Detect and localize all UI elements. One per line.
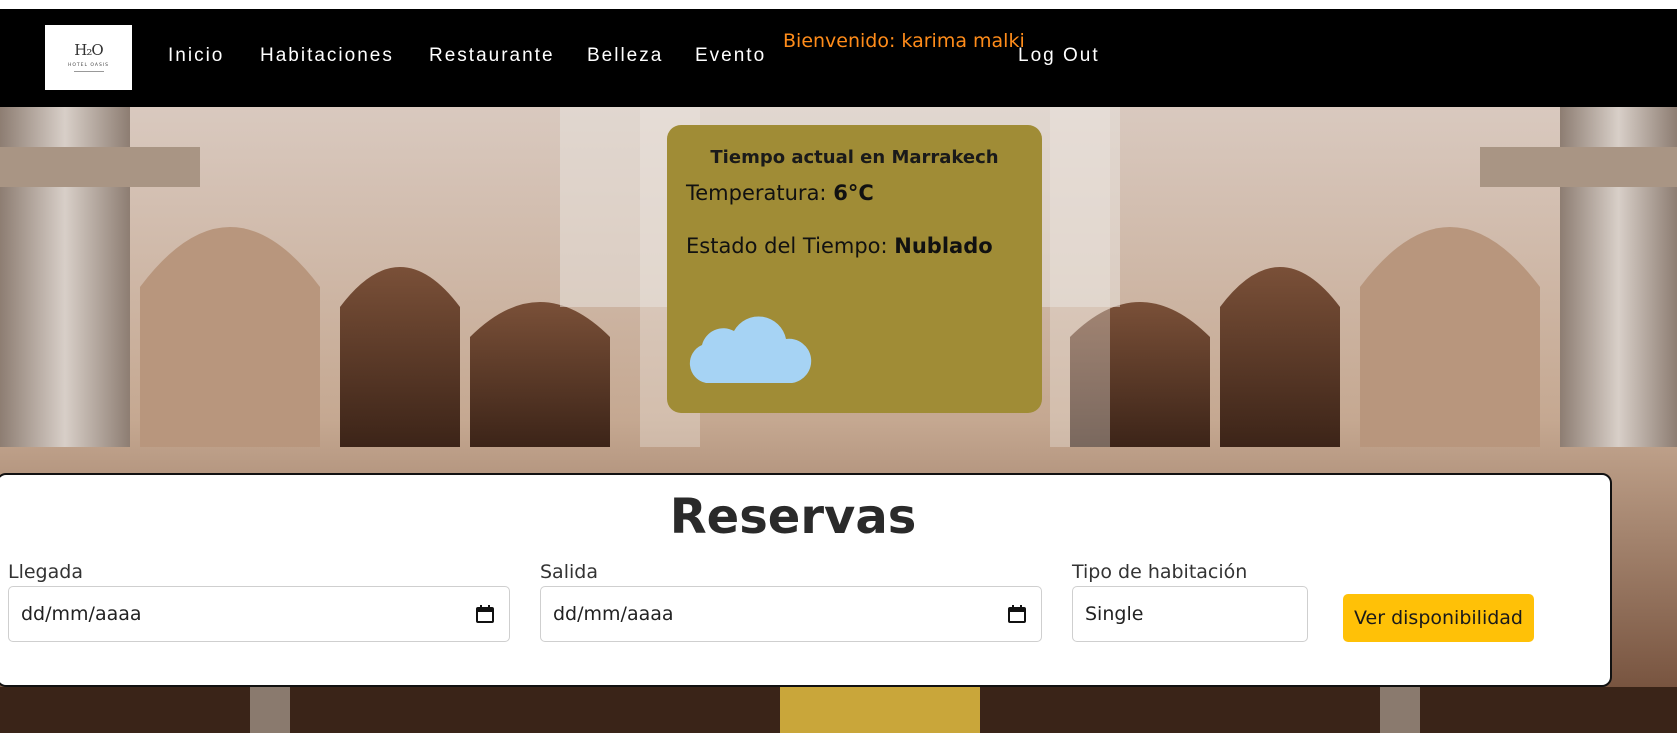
logo-rule — [73, 71, 104, 72]
room-type-select[interactable]: Single — [1072, 586, 1308, 642]
departure-label: Salida — [540, 561, 598, 583]
temperature-row: Temperatura: 6°C — [686, 181, 874, 205]
room-type-value: Single — [1085, 603, 1144, 625]
weather-card: Tiempo actual en Marrakech Temperatura: … — [667, 125, 1042, 413]
top-strip — [0, 0, 1677, 9]
nav-inicio[interactable]: Inicio — [168, 45, 224, 67]
temperature-label: Temperatura: — [686, 181, 827, 205]
nav-habitaciones[interactable]: Habitaciones — [260, 45, 394, 67]
departure-date-value: dd/mm/aaaa — [553, 603, 674, 625]
welcome-message: Bienvenido: karima malki — [783, 30, 1025, 52]
check-availability-button[interactable]: Ver disponibilidad — [1343, 594, 1534, 642]
logo-name: HOTEL OASIS — [67, 63, 110, 68]
nav-belleza[interactable]: Belleza — [587, 45, 663, 67]
room-type-label: Tipo de habitación — [1072, 561, 1248, 583]
arrival-label: Llegada — [8, 561, 83, 583]
departure-date-input[interactable]: dd/mm/aaaa — [540, 586, 1042, 642]
calendar-icon[interactable] — [1007, 604, 1027, 624]
calendar-icon[interactable] — [475, 604, 495, 624]
reservation-panel: Reservas Llegada dd/mm/aaaa Salida dd/mm… — [0, 473, 1612, 687]
hotel-logo[interactable]: H₂O HOTEL OASIS — [45, 25, 132, 90]
nav-evento[interactable]: Evento — [695, 45, 766, 67]
navbar: H₂O HOTEL OASIS Inicio Habitaciones Rest… — [0, 9, 1677, 107]
weather-state-label: Estado del Tiempo: — [686, 234, 888, 258]
arrival-date-input[interactable]: dd/mm/aaaa — [8, 586, 510, 642]
arrival-date-value: dd/mm/aaaa — [21, 603, 142, 625]
nav-restaurante[interactable]: Restaurante — [429, 45, 555, 67]
cloud-icon — [689, 316, 812, 383]
weather-state-row: Estado del Tiempo: Nublado — [686, 234, 993, 258]
reservation-title: Reservas — [669, 489, 917, 545]
weather-state-value: Nublado — [894, 234, 993, 258]
nav-logout[interactable]: Log Out — [1018, 45, 1100, 67]
logo-mark: H₂O — [74, 41, 103, 59]
temperature-value: 6°C — [833, 181, 874, 205]
weather-title: Tiempo actual en Marrakech — [710, 147, 999, 168]
